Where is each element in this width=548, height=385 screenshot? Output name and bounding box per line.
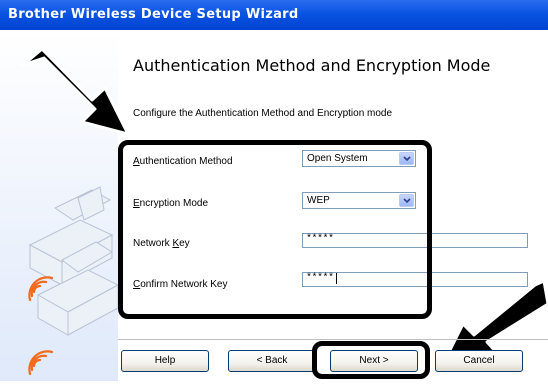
form-highlight-frame [118,140,432,319]
help-button[interactable]: Help [121,350,209,372]
window-title: Brother Wireless Device Setup Wizard [8,7,299,22]
next-highlight-frame [312,341,430,379]
arrow-pointer-left [21,48,130,136]
page-subtitle: Configure the Authentication Method and … [133,108,393,119]
page-heading: Authentication Method and Encryption Mod… [133,56,491,75]
back-button[interactable]: < Back [228,350,316,372]
button-separator [118,339,548,340]
wizard-window: Brother Wireless Device Setup Wizard Aut… [0,0,548,381]
cancel-button[interactable]: Cancel [435,350,523,372]
title-bar: Brother Wireless Device Setup Wizard [0,0,548,30]
